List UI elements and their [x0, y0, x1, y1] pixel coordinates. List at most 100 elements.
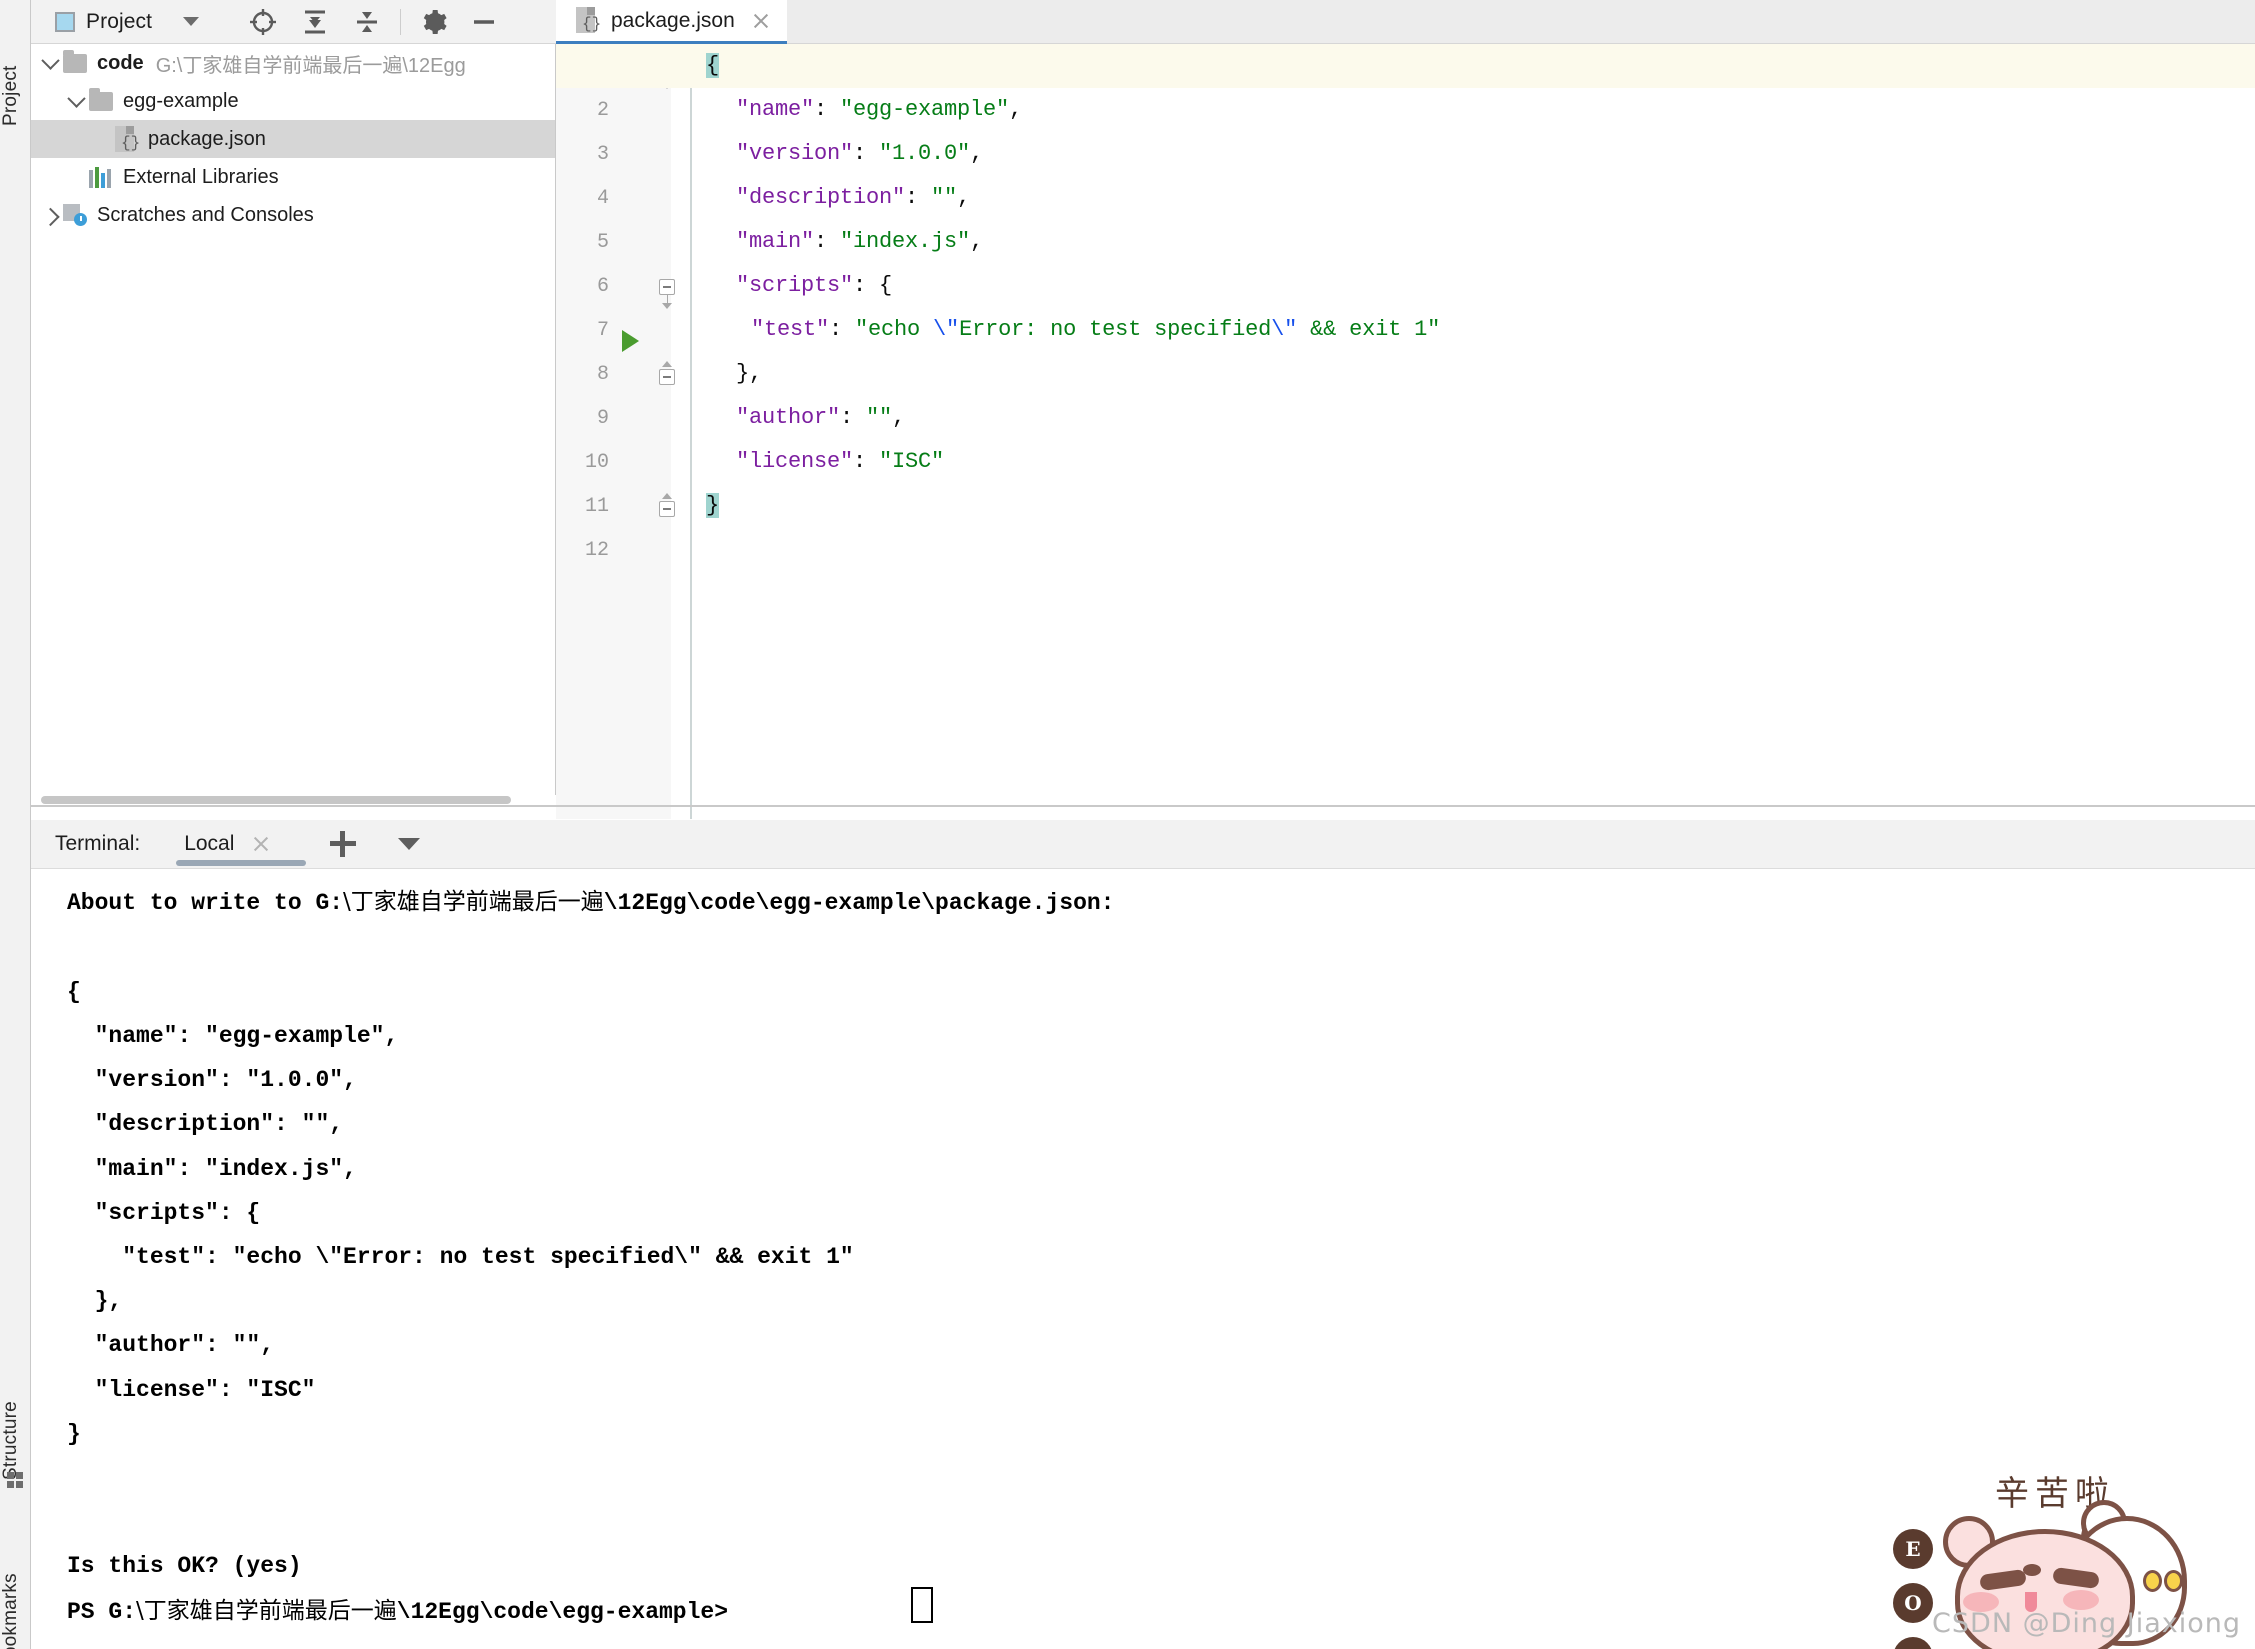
locate-file-button[interactable]: [244, 3, 282, 41]
code-token: "egg-example": [840, 97, 1010, 122]
tree-item-code[interactable]: code G:\丁家雄自学前端最后一遍\12Egg: [31, 44, 555, 82]
mascot-badge: C: [1893, 1637, 1933, 1649]
tree-item-label: egg-example: [123, 89, 239, 112]
project-view-dropdown[interactable]: [172, 3, 210, 41]
terminal-line: About to write to G:\丁家雄自学前端最后一遍\12Egg\c…: [67, 891, 1114, 915]
expand-all-button[interactable]: [296, 3, 334, 41]
tree-item-external-libraries[interactable]: External Libraries: [31, 158, 555, 196]
tree-item-egg-example[interactable]: egg-example: [31, 82, 555, 120]
editor-fold-column[interactable]: [622, 44, 690, 819]
left-tool-stripe: Project Structure Bookmarks: [0, 0, 31, 1649]
terminal-line: }: [67, 1423, 81, 1446]
code-line[interactable]: {: [706, 44, 719, 88]
terminal-text-cjk: \丁家雄自学前端最后一遍: [136, 1598, 397, 1624]
tree-item-package-json[interactable]: {} package.json: [31, 120, 555, 158]
editor-gutter[interactable]: 123456789101112: [556, 44, 671, 819]
terminal-line: "description": "",: [67, 1113, 343, 1136]
terminal-text: "version": "1.0.0",: [67, 1067, 357, 1093]
code-line[interactable]: "test": "echo \"Error: no test specified…: [706, 308, 1440, 352]
terminal-text: "test": "echo \"Error: no test specified…: [67, 1244, 854, 1270]
line-number: 11: [584, 495, 609, 518]
run-arrow-icon[interactable]: [622, 330, 639, 352]
expand-toggle-egg-example[interactable]: [63, 82, 89, 120]
code-token: "index.js": [840, 229, 971, 254]
code-token: "ISC": [879, 449, 945, 474]
chevron-down-icon: [66, 88, 86, 108]
minimize-icon: [474, 19, 495, 24]
sidebar-item-structure[interactable]: Structure: [0, 1330, 31, 1480]
sidebar-item-project-label: Project: [0, 65, 21, 126]
terminal-text: \12Egg\code\egg-example\package.json:: [603, 890, 1115, 916]
collapse-all-button[interactable]: [348, 3, 386, 41]
mascot-bow-icon: [2143, 1570, 2183, 1592]
fold-end-icon[interactable]: [656, 493, 678, 517]
gear-icon: [423, 9, 447, 34]
code-token: "version": [736, 141, 854, 166]
expand-toggle-scratches[interactable]: [37, 196, 63, 234]
code-line[interactable]: "scripts": {: [706, 264, 892, 308]
code-line[interactable]: "name": "egg-example",: [706, 88, 1022, 132]
code-line[interactable]: "license": "ISC": [706, 440, 944, 484]
toolbar-divider: [400, 8, 402, 35]
fold-collapse-icon[interactable]: [656, 275, 678, 309]
terminal-text: "description": "",: [67, 1111, 344, 1137]
code-line[interactable]: "version": "1.0.0",: [706, 132, 983, 176]
panel-splitter[interactable]: [31, 805, 2255, 807]
code-token: },: [736, 361, 763, 386]
code-line[interactable]: "description": "",: [706, 176, 970, 220]
tree-item-label: code: [97, 51, 144, 74]
ide-window: Project Structure Bookmarks Project code…: [0, 0, 2255, 1649]
close-icon[interactable]: [751, 11, 771, 31]
code-token: ,: [957, 185, 971, 210]
code-token: }: [706, 493, 720, 518]
mascot-blush: [2063, 1590, 2099, 1610]
close-icon[interactable]: [252, 835, 270, 853]
fold-end-icon[interactable]: [656, 361, 678, 385]
settings-button[interactable]: [415, 3, 453, 41]
terminal-text: About to write to G:: [67, 890, 344, 916]
code-line[interactable]: }: [706, 484, 719, 528]
terminal-text: "author": "",: [67, 1332, 275, 1358]
code-token: "name": [736, 97, 815, 122]
expand-toggle-code[interactable]: [37, 44, 63, 82]
terminal-line: "version": "1.0.0",: [67, 1069, 357, 1092]
structure-icon: [7, 1472, 24, 1489]
terminal-line: "author": "",: [67, 1334, 274, 1357]
code-line[interactable]: "main": "index.js",: [706, 220, 983, 264]
tree-item-scratches-and-consoles[interactable]: Scratches and Consoles: [31, 196, 555, 234]
chevron-down-icon[interactable]: [398, 838, 421, 850]
code-token: :: [814, 229, 841, 254]
project-tree-hscrollbar[interactable]: [31, 795, 556, 805]
terminal-text: \12Egg\code\egg-example>: [396, 1599, 729, 1625]
sidebar-item-project[interactable]: Project: [0, 6, 31, 126]
tree-item-label: Scratches and Consoles: [97, 203, 314, 226]
tab-label: package.json: [611, 8, 735, 32]
code-editor[interactable]: 123456789101112: [556, 44, 2255, 819]
tab-package-json[interactable]: {} package.json: [556, 0, 787, 44]
add-terminal-button[interactable]: [330, 831, 357, 857]
hide-panel-button[interactable]: [465, 3, 503, 41]
terminal-line: Is this OK? (yes): [67, 1555, 302, 1578]
line-number: 3: [596, 143, 609, 166]
code-line[interactable]: },: [706, 352, 762, 396]
tree-item-path: G:\丁家雄自学前端最后一遍\12Egg: [155, 54, 466, 77]
editor-tab-strip: {} package.json: [556, 0, 2255, 44]
line-number: 4: [596, 187, 609, 210]
line-number: 8: [596, 363, 609, 386]
sidebar-item-bookmarks[interactable]: Bookmarks: [0, 1510, 31, 1649]
terminal-text: "name": "egg-example",: [67, 1023, 399, 1049]
code-token: "license": [736, 449, 854, 474]
code-token: :: [853, 141, 880, 166]
code-token: "": [866, 405, 893, 430]
terminal-line: "license": "ISC": [67, 1379, 316, 1402]
code-line[interactable]: "author": "",: [706, 396, 905, 440]
current-line-highlight: [556, 44, 2255, 88]
terminal-tab-local[interactable]: Local: [176, 820, 307, 868]
code-content[interactable]: {"name": "egg-example", "version": "1.0.0…: [556, 44, 2255, 819]
line-number: 10: [584, 451, 609, 474]
project-tree[interactable]: code G:\丁家雄自学前端最后一遍\12Egg egg-example {}…: [31, 44, 556, 799]
terminal-header: Terminal: Local: [31, 820, 2255, 868]
terminal-line: "test": "echo \"Error: no test specified…: [67, 1246, 854, 1269]
project-panel-toolbar: Project: [31, 0, 556, 44]
terminal-text: Is this OK? (yes): [67, 1553, 302, 1579]
